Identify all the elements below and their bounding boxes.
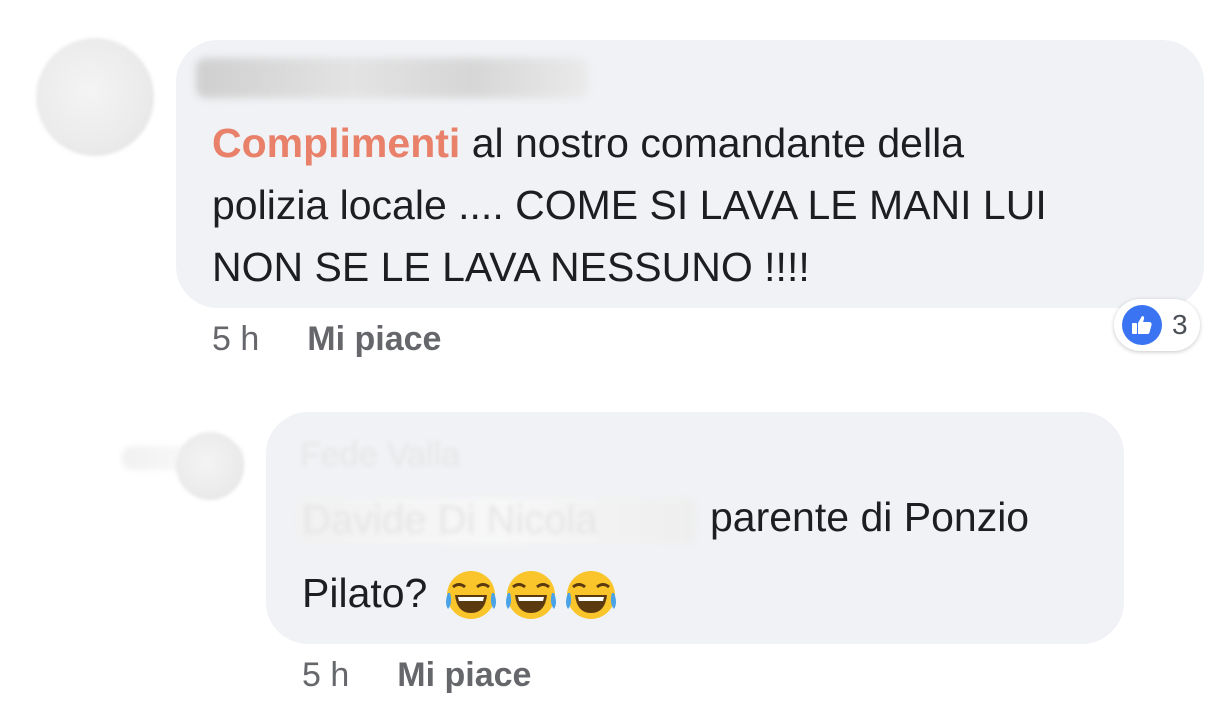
- comment-bubble: Complimenti al nostro comandante della p…: [176, 40, 1204, 308]
- reply-line-2: Pilato?: [302, 562, 619, 624]
- comment-line-3: NON SE LE LAVA NESSUNO !!!!: [212, 244, 810, 290]
- reply-author-redacted[interactable]: Fede Valla: [300, 436, 460, 475]
- laughing-crying-emoji: [565, 571, 616, 620]
- reply-mention-ghost: Davide Di Nicola: [302, 498, 598, 542]
- emoji-group: [439, 570, 619, 620]
- reply-avatar[interactable]: [176, 432, 244, 500]
- comment-text: Complimenti al nostro comandante della p…: [212, 112, 1047, 298]
- comment-like-button[interactable]: Mi piace: [307, 320, 441, 358]
- reply-like-button[interactable]: Mi piace: [397, 656, 531, 694]
- reply-bubble: Fede Valla Davide Di Nicola parente di P…: [266, 412, 1124, 644]
- reaction-count: 3: [1172, 309, 1188, 340]
- commenter-avatar[interactable]: [36, 38, 154, 156]
- comment-timestamp[interactable]: 5 h: [212, 320, 259, 358]
- comment-line-2: polizia locale .... COME SI LAVA LE MANI…: [212, 182, 1047, 228]
- comment-mention[interactable]: Complimenti: [212, 120, 460, 166]
- reply-meta: 5 h Mi piace: [302, 656, 531, 695]
- reaction-badge[interactable]: 3: [1114, 299, 1200, 351]
- reply-line-1: parente di Ponzio: [710, 494, 1030, 540]
- comment-meta: 5 h Mi piace: [212, 320, 441, 359]
- thumbs-up-icon: [1122, 305, 1162, 345]
- commenter-name-redacted[interactable]: [196, 58, 588, 98]
- laughing-crying-emoji: [445, 571, 496, 620]
- comment-line-1: al nostro comandante della: [460, 120, 965, 166]
- reply-timestamp[interactable]: 5 h: [302, 656, 349, 694]
- laughing-crying-emoji: [505, 571, 556, 620]
- reply-line-2-text: Pilato?: [302, 570, 428, 616]
